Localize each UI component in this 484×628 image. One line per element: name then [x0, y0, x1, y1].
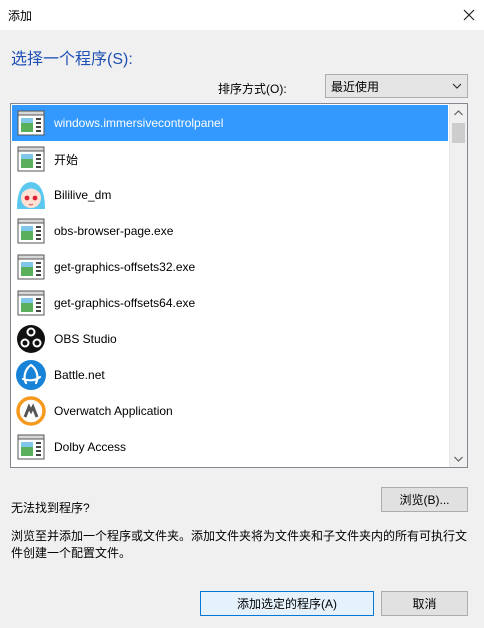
- program-name: 开始: [54, 152, 79, 167]
- not-found-label: 无法找到程序?: [11, 501, 90, 515]
- window-title: 添加: [8, 9, 33, 23]
- program-name: Bililive_dm: [54, 188, 112, 202]
- browse-button[interactable]: 浏览(B)...: [381, 487, 468, 512]
- sort-label: 排序方式(O):: [218, 82, 287, 96]
- cancel-button[interactable]: 取消: [381, 591, 468, 616]
- program-row[interactable]: Bililive_dm: [12, 177, 448, 213]
- close-icon[interactable]: [454, 0, 484, 30]
- program-row[interactable]: Dolby Access: [12, 429, 448, 465]
- app-window-icon: [15, 431, 47, 463]
- program-row[interactable]: get-graphics-offsets32.exe: [12, 249, 448, 285]
- scroll-thumb[interactable]: [452, 123, 465, 143]
- battlenet-icon: [15, 359, 47, 391]
- program-row[interactable]: 开始: [12, 141, 448, 177]
- page-title: 选择一个程序(S):: [11, 51, 133, 68]
- app-window-icon: [15, 251, 47, 283]
- program-name: get-graphics-offsets64.exe: [54, 296, 196, 310]
- app-window-icon: [15, 287, 47, 319]
- program-name: get-graphics-offsets32.exe: [54, 260, 196, 274]
- program-name: OBS Studio: [54, 332, 117, 346]
- program-list[interactable]: windows.immersivecontrolpanel 开始 Bililive_…: [10, 103, 468, 468]
- app-window-icon: [15, 215, 47, 247]
- scrollbar[interactable]: [449, 104, 467, 467]
- program-name: Overwatch Application: [54, 404, 173, 418]
- program-row[interactable]: Overwatch Application: [12, 393, 448, 429]
- program-row[interactable]: OBS Studio: [12, 321, 448, 357]
- program-row[interactable]: windows.immersivecontrolpanel: [12, 105, 448, 141]
- obs-studio-icon: [15, 323, 47, 355]
- program-row[interactable]: get-graphics-offsets64.exe: [12, 285, 448, 321]
- program-row[interactable]: Battle.net: [12, 357, 448, 393]
- title-bar: 添加: [0, 0, 484, 30]
- scroll-down-button[interactable]: [450, 450, 467, 467]
- bililive-avatar-icon: [15, 179, 47, 211]
- sort-dropdown[interactable]: 最近使用: [325, 74, 468, 98]
- program-name: windows.immersivecontrolpanel: [54, 116, 224, 130]
- program-name: Battle.net: [54, 368, 105, 382]
- overwatch-icon: [15, 395, 47, 427]
- program-row[interactable]: obs-browser-page.exe: [12, 213, 448, 249]
- add-selected-button[interactable]: 添加选定的程序(A): [200, 591, 374, 616]
- chevron-down-icon: [452, 83, 462, 89]
- program-name: obs-browser-page.exe: [54, 224, 174, 238]
- app-window-icon: [15, 143, 47, 175]
- app-window-icon: [15, 107, 47, 139]
- sort-value: 最近使用: [331, 79, 380, 94]
- program-name: Dolby Access: [54, 440, 127, 454]
- description-text: 浏览至并添加一个程序或文件夹。添加文件夹将为文件夹和子文件夹内的所有可执行文件创…: [11, 529, 468, 560]
- scroll-up-button[interactable]: [450, 104, 467, 121]
